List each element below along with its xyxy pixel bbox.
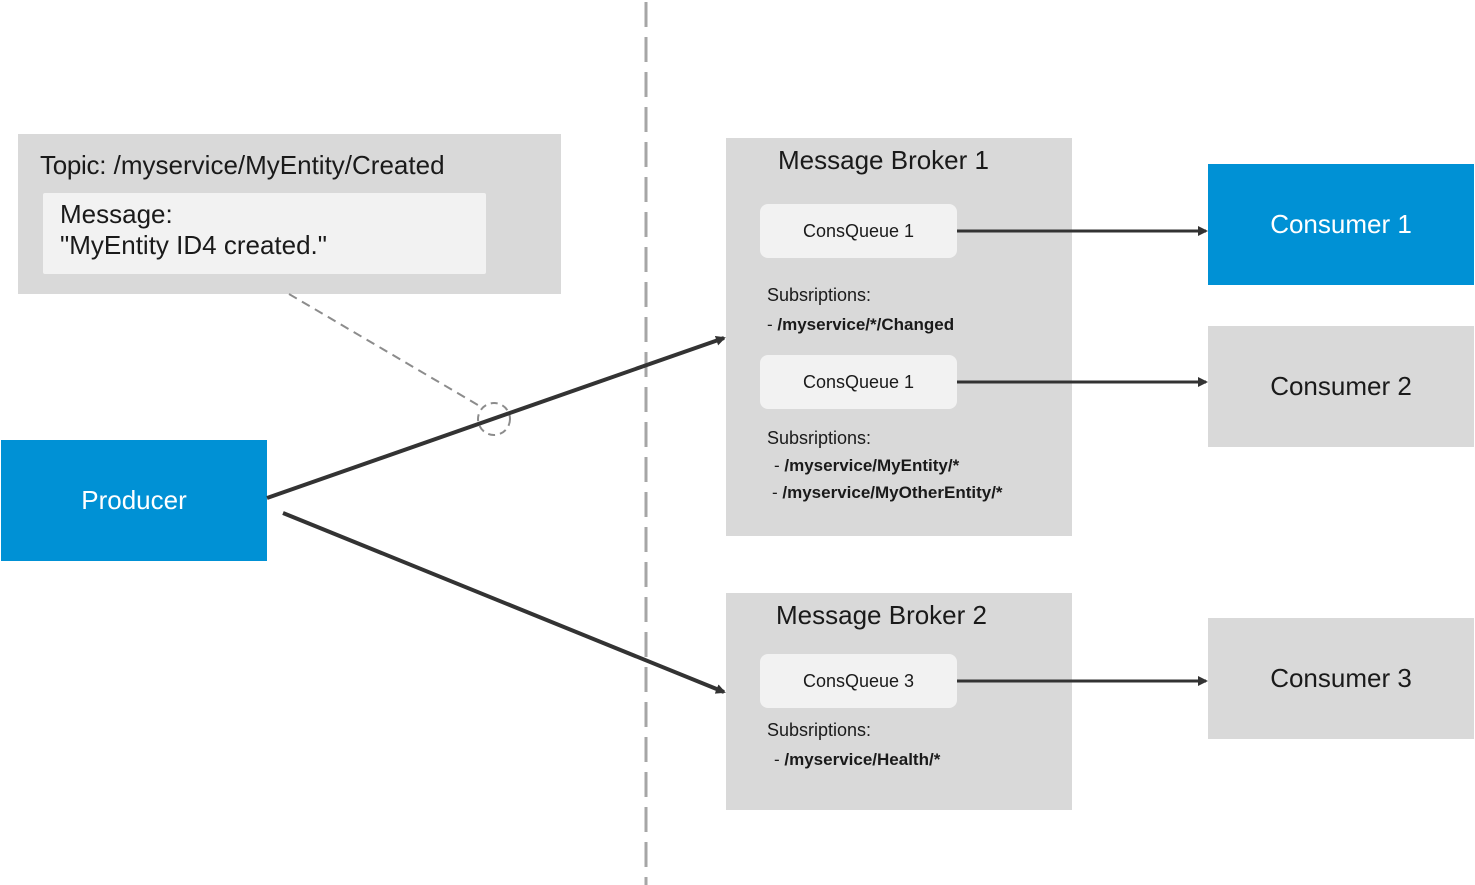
consumer-label: Consumer 2 — [1270, 371, 1412, 401]
queue-name: ConsQueue 1 — [802, 371, 915, 392]
subscription-dash: - — [767, 315, 778, 334]
broker-1-title: Message Broker 1 — [778, 145, 989, 175]
subscription-item: - /myservice/Health/* — [774, 750, 940, 770]
edge-producer-broker-2 — [282, 511, 726, 694]
edge-producer-broker-1 — [266, 335, 726, 500]
consumer-label: Consumer 3 — [1270, 663, 1412, 693]
callout-dashed-line — [288, 293, 484, 409]
topic-line: Topic: /myservice/MyEntity/Created — [40, 150, 445, 181]
subscription-dash: - — [774, 750, 785, 769]
subscription-dash: - — [774, 456, 785, 475]
topic-label: Topic — [40, 150, 100, 180]
broker-2-title: Message Broker 2 — [776, 600, 987, 630]
broker-2-queue-1-subscriptions-label: Subsriptions: — [767, 720, 872, 740]
message-label-line: Message: — [60, 199, 173, 230]
subscription-topic: /myservice/*/Changed — [777, 315, 955, 334]
subscription-topic: /myservice/MyOtherEntity/* — [782, 483, 1003, 502]
message-label: Message — [60, 199, 166, 229]
consumer-2-node: Consumer 2 — [1208, 326, 1474, 447]
consumer-3-node: Consumer 3 — [1208, 618, 1474, 739]
broker-1-queue-1-subscriptions-label: Subsriptions: — [767, 285, 872, 305]
message-separator: : — [165, 199, 173, 229]
message-broker-1 — [726, 138, 1072, 536]
broker-1-queue-2: ConsQueue 1 — [760, 355, 957, 409]
subscription-topic: /myservice/MyEntity/* — [784, 456, 960, 475]
queue-name: ConsQueue 1 — [802, 220, 915, 241]
callout-circle — [477, 402, 511, 436]
consumer-label: Consumer 1 — [1270, 209, 1412, 239]
subscription-topic: /myservice/Health/* — [784, 750, 941, 769]
subscription-dash: - — [772, 483, 783, 502]
subscription-item: - /myservice/MyEntity/* — [774, 456, 959, 476]
broker-1-queue-1: ConsQueue 1 — [760, 204, 957, 258]
subscription-item: - /myservice/*/Changed — [767, 315, 954, 335]
producer-label: Producer — [81, 485, 187, 515]
broker-1-queue-2-subscriptions-label: Subsriptions: — [767, 428, 872, 448]
broker-2-queue-1: ConsQueue 3 — [760, 654, 957, 708]
consumer-1-node: Consumer 1 — [1208, 164, 1474, 285]
queue-name: ConsQueue 3 — [802, 670, 915, 691]
topic-value: /myservice/MyEntity/Created — [106, 150, 445, 180]
subscription-item: - /myservice/MyOtherEntity/* — [772, 483, 1003, 503]
message-text: "MyEntity ID4 created." — [60, 230, 327, 260]
producer-node: Producer — [1, 440, 267, 561]
